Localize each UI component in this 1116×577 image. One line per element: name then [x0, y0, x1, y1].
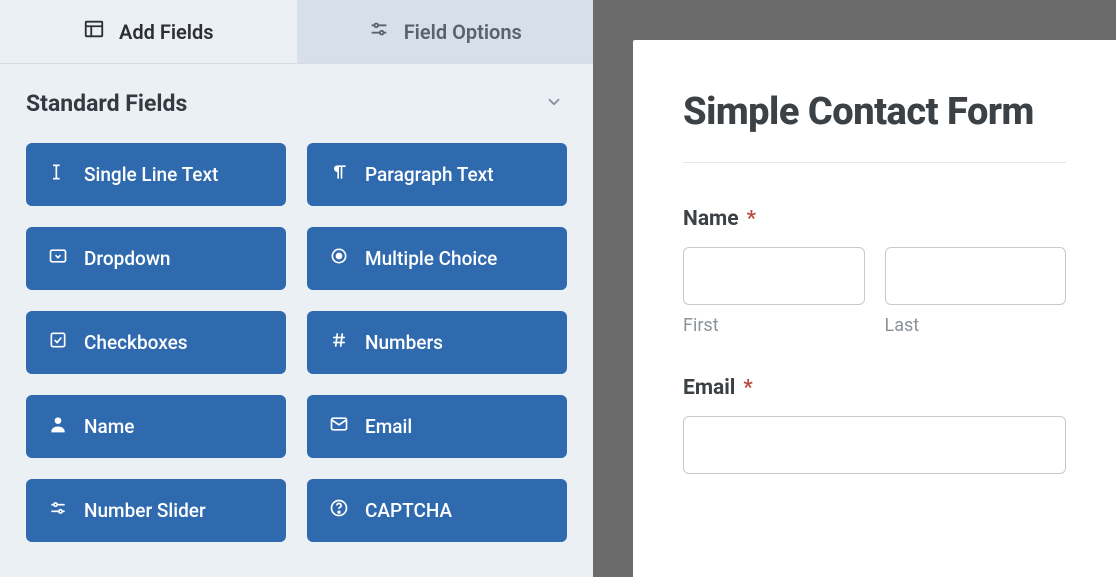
field-single-line-text[interactable]: Single Line Text: [26, 143, 286, 206]
field-label: Multiple Choice: [365, 247, 497, 270]
dropdown-icon: [48, 246, 68, 271]
form-canvas: Simple Contact Form Name * First Last Em…: [593, 0, 1116, 577]
required-mark: *: [747, 207, 756, 231]
field-label: CAPTCHA: [365, 499, 452, 522]
section-title: Standard Fields: [26, 90, 187, 117]
sidebar: Add Fields Field Options Standard Fields…: [0, 0, 593, 577]
label-text: Name: [683, 207, 739, 231]
field-label: Paragraph Text: [365, 163, 494, 186]
tab-field-options[interactable]: Field Options: [297, 0, 594, 63]
envelope-icon: [329, 414, 349, 439]
field-checkboxes[interactable]: Checkboxes: [26, 311, 286, 374]
field-captcha[interactable]: CAPTCHA: [307, 479, 567, 542]
field-label: Checkboxes: [84, 331, 188, 354]
question-circle-icon: [329, 498, 349, 523]
form-field-name[interactable]: Name * First Last: [683, 207, 1066, 336]
field-number-slider[interactable]: Number Slider: [26, 479, 286, 542]
field-label: Email: [365, 415, 412, 438]
field-multiple-choice[interactable]: Multiple Choice: [307, 227, 567, 290]
label-text: Email: [683, 376, 735, 400]
tab-add-fields[interactable]: Add Fields: [0, 0, 297, 63]
field-label: Dropdown: [84, 247, 171, 270]
form-field-email[interactable]: Email *: [683, 376, 1066, 474]
field-label-name: Name *: [683, 207, 1066, 231]
field-label: Name: [84, 415, 134, 438]
form-title: Simple Contact Form: [683, 90, 1066, 163]
field-paragraph-text[interactable]: Paragraph Text: [307, 143, 567, 206]
user-icon: [48, 414, 68, 439]
field-label: Numbers: [365, 331, 443, 354]
tab-label: Field Options: [404, 20, 522, 44]
section-header-standard-fields[interactable]: Standard Fields: [0, 64, 593, 125]
tab-label: Add Fields: [119, 20, 214, 44]
text-cursor-icon: [48, 162, 68, 187]
field-email[interactable]: Email: [307, 395, 567, 458]
form-icon: [83, 18, 105, 45]
sliders-icon: [368, 18, 390, 45]
field-label: Single Line Text: [84, 163, 218, 186]
hash-icon: [329, 330, 349, 355]
tabs: Add Fields Field Options: [0, 0, 593, 64]
last-name-input[interactable]: [885, 247, 1067, 305]
first-name-input[interactable]: [683, 247, 865, 305]
field-label: Number Slider: [84, 499, 206, 522]
last-name-sublabel: Last: [885, 315, 1067, 336]
email-input[interactable]: [683, 416, 1066, 474]
chevron-down-icon: [545, 93, 563, 115]
field-label-email: Email *: [683, 376, 1066, 400]
form-panel: Simple Contact Form Name * First Last Em…: [633, 40, 1116, 577]
checkbox-icon: [48, 330, 68, 355]
required-mark: *: [743, 376, 752, 400]
radio-icon: [329, 246, 349, 271]
paragraph-icon: [329, 162, 349, 187]
sliders-icon: [48, 498, 68, 523]
field-dropdown[interactable]: Dropdown: [26, 227, 286, 290]
field-name[interactable]: Name: [26, 395, 286, 458]
field-numbers[interactable]: Numbers: [307, 311, 567, 374]
field-grid: Single Line Text Paragraph Text Dropdown…: [0, 125, 593, 568]
first-name-sublabel: First: [683, 315, 865, 336]
